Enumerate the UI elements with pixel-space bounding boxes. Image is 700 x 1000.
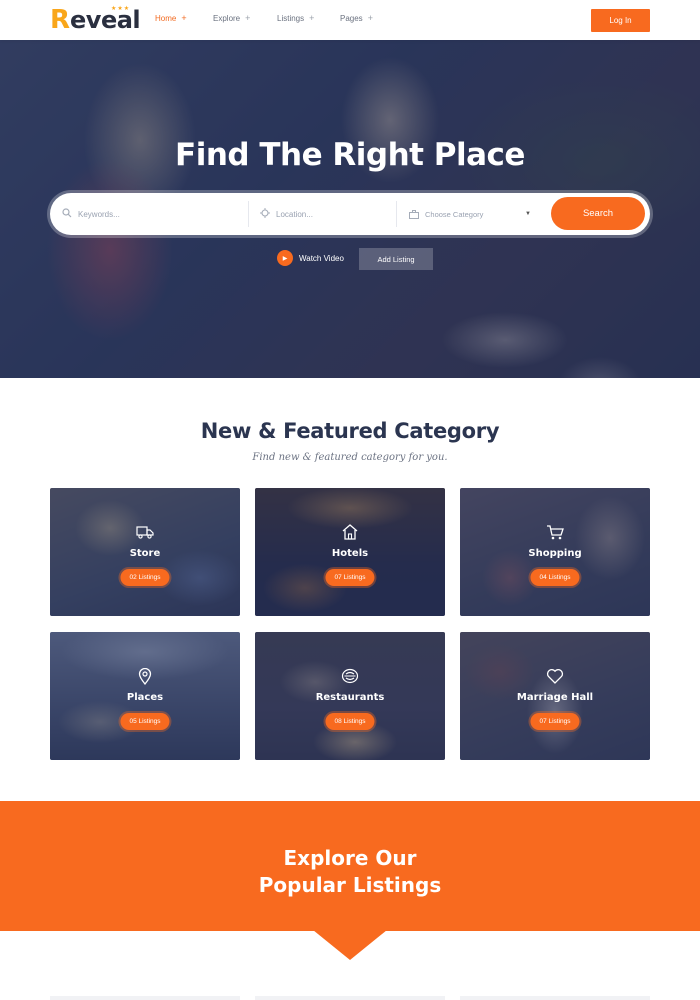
search-icon xyxy=(62,207,72,221)
main-nav: Home + Explore + Listings + Pages + xyxy=(155,13,400,23)
category-name: Shopping xyxy=(528,548,582,559)
plus-icon: + xyxy=(367,13,373,23)
category-card-places[interactable]: Places 05 Listings xyxy=(50,632,240,760)
logo-stars-icon: ★★★ xyxy=(111,6,131,12)
listing-card-edge xyxy=(460,996,650,1000)
category-select[interactable]: Choose Category ▼ xyxy=(409,193,543,235)
nav-label: Listings xyxy=(277,13,305,23)
section-arrow xyxy=(313,930,387,960)
section-title: New & Featured Category xyxy=(200,419,500,443)
category-card-marriage-hall[interactable]: Marriage Hall 07 Listings xyxy=(460,632,650,760)
add-listing-button[interactable]: Add Listing xyxy=(359,248,433,270)
category-card-restaurants[interactable]: Restaurants 08 Listings xyxy=(255,632,445,760)
keywords-input[interactable]: Keywords... xyxy=(62,193,242,235)
truck-icon xyxy=(50,524,240,545)
logo-letter: R xyxy=(50,5,71,35)
logo[interactable]: Reveal ★★★ xyxy=(50,5,141,35)
plus-icon: + xyxy=(309,13,315,23)
nav-item-listings[interactable]: Listings + xyxy=(277,13,340,23)
location-input[interactable]: Location... xyxy=(260,193,390,235)
category-selected: Choose Category xyxy=(425,209,484,219)
nav-item-pages[interactable]: Pages + xyxy=(340,13,400,23)
listings-badge[interactable]: 04 Listings xyxy=(530,569,580,586)
location-placeholder: Location... xyxy=(276,209,313,219)
section-subtitle: Find new & featured category for you. xyxy=(252,452,448,463)
nav-label: Explore xyxy=(213,13,241,23)
listings-badge[interactable]: 08 Listings xyxy=(325,713,375,730)
listings-badge[interactable]: 07 Listings xyxy=(325,569,375,586)
search-button[interactable]: Search xyxy=(551,197,645,230)
cart-icon xyxy=(460,524,650,545)
divider xyxy=(248,201,249,227)
explore-section: Explore Our Popular Listings xyxy=(0,801,700,931)
keywords-placeholder: Keywords... xyxy=(78,209,120,219)
food-dish-icon xyxy=(255,668,445,689)
plus-icon: + xyxy=(181,13,187,23)
listings-badge[interactable]: 02 Listings xyxy=(120,569,170,586)
nav-item-explore[interactable]: Explore + xyxy=(213,13,277,23)
listings-badge[interactable]: 07 Listings xyxy=(530,713,580,730)
play-icon: ▶ xyxy=(277,250,293,266)
briefcase-icon xyxy=(409,209,419,219)
nav-label: Pages xyxy=(340,13,363,23)
crosshair-icon xyxy=(260,207,270,221)
chevron-down-icon: ▼ xyxy=(525,211,531,217)
plus-icon: + xyxy=(245,13,251,23)
category-name: Marriage Hall xyxy=(516,692,594,703)
listing-card-edge xyxy=(255,996,445,1000)
search-bar: Keywords... Location... Choose Category … xyxy=(50,193,650,235)
explore-title-line2: Popular Listings xyxy=(258,873,442,897)
category-card-store[interactable]: Store 02 Listings xyxy=(50,488,240,616)
explore-title: Explore Our Popular Listings xyxy=(0,845,700,899)
nav-label: Home xyxy=(155,13,177,23)
category-name: Store xyxy=(129,548,161,559)
category-name: Hotels xyxy=(331,548,369,559)
heart-icon xyxy=(460,668,650,689)
explore-title-line1: Explore Our xyxy=(283,846,417,870)
category-name: Places xyxy=(126,692,164,703)
location-pin-icon xyxy=(50,667,240,690)
hero-title: Find The Right Place xyxy=(175,137,525,173)
hero-section: Find The Right Place Keywords... Locatio… xyxy=(0,40,700,378)
watch-video-label: Watch Video xyxy=(299,253,344,263)
watch-video-button[interactable]: ▶ Watch Video xyxy=(277,250,344,266)
category-name: Restaurants xyxy=(315,692,385,703)
listings-badge[interactable]: 05 Listings xyxy=(120,713,170,730)
divider xyxy=(396,201,397,227)
nav-item-home[interactable]: Home + xyxy=(155,13,213,23)
category-card-hotels[interactable]: Hotels 07 Listings xyxy=(255,488,445,616)
login-button[interactable]: Log In xyxy=(591,9,650,32)
site-header: Reveal ★★★ Home + Explore + Listings + Page… xyxy=(0,0,700,40)
listing-card-edge xyxy=(50,996,240,1000)
category-card-shopping[interactable]: Shopping 04 Listings xyxy=(460,488,650,616)
home-icon xyxy=(255,524,445,545)
